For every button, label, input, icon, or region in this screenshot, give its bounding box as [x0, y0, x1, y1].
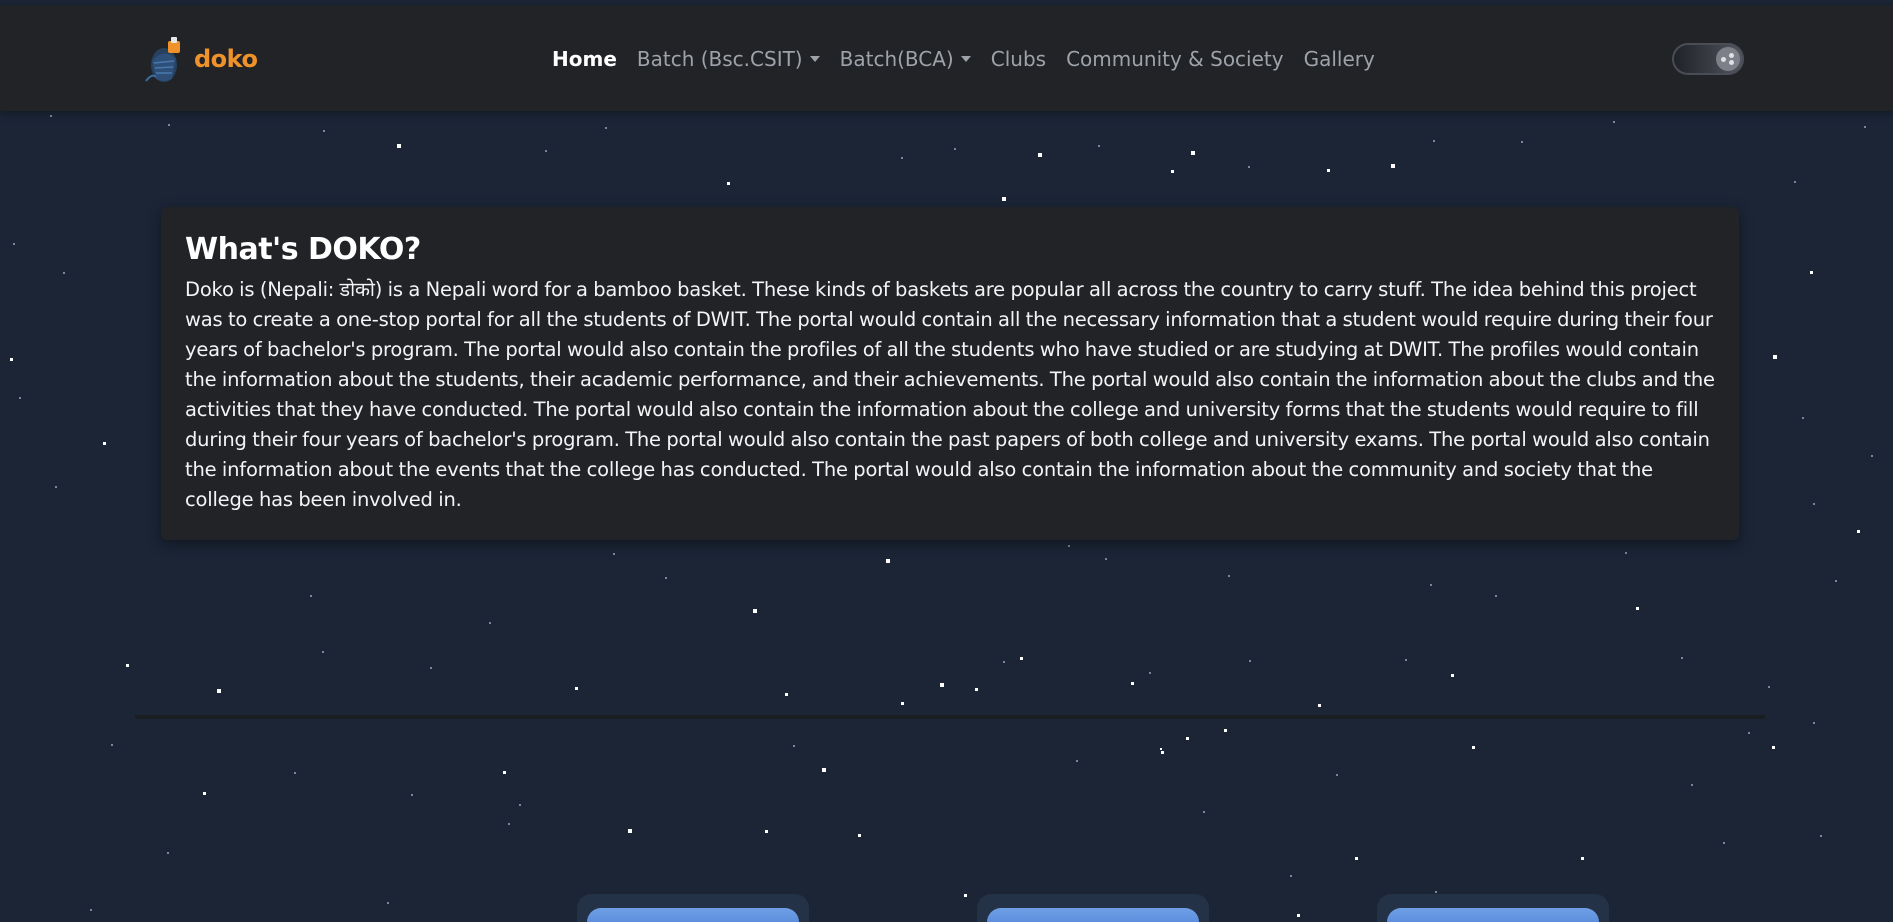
brand-name: doko — [194, 45, 258, 73]
feature-card[interactable] — [977, 894, 1209, 922]
nav-item-home[interactable]: Home — [552, 47, 617, 71]
brand-link[interactable]: doko — [142, 33, 258, 85]
about-card: What's DOKO? Doko is (Nepali: डोको) is a… — [161, 207, 1739, 540]
nav-item-label: Community & Society — [1066, 47, 1284, 71]
nav-item-label: Batch (Bsc.CSIT) — [636, 47, 803, 71]
section-divider — [135, 715, 1765, 719]
nav-item-batch-bca[interactable]: Batch(BCA) — [840, 47, 971, 71]
doko-basket-logo-icon — [145, 37, 180, 82]
nav-item-label: Gallery — [1303, 47, 1375, 71]
feature-card[interactable] — [577, 894, 809, 922]
nav-item-clubs[interactable]: Clubs — [991, 47, 1046, 71]
top-navbar: doko Home Batch (Bsc.CSIT) Batch(BCA) Cl… — [0, 5, 1893, 111]
caret-down-icon — [809, 56, 820, 62]
nav-item-community-society[interactable]: Community & Society — [1066, 47, 1284, 71]
nav-item-label: Home — [552, 47, 617, 71]
nav-item-batch-bsc-csit[interactable]: Batch (Bsc.CSIT) — [637, 47, 820, 71]
nav-item-label: Batch(BCA) — [839, 47, 954, 71]
feature-card-image — [587, 908, 799, 922]
nav-item-label: Clubs — [990, 47, 1047, 71]
caret-down-icon — [960, 56, 971, 62]
feature-card[interactable] — [1377, 894, 1609, 922]
nav-item-gallery[interactable]: Gallery — [1304, 47, 1375, 71]
main-nav: Home Batch (Bsc.CSIT) Batch(BCA) Clubs C… — [552, 47, 1395, 71]
feature-card-image — [987, 908, 1199, 922]
theme-toggle-icon — [1716, 47, 1740, 71]
about-description: Doko is (Nepali: डोको) is a Nepali word … — [185, 278, 1715, 511]
feature-card-image — [1387, 908, 1599, 922]
theme-toggle[interactable] — [1672, 43, 1744, 75]
about-title: What's DOKO? — [185, 232, 421, 267]
